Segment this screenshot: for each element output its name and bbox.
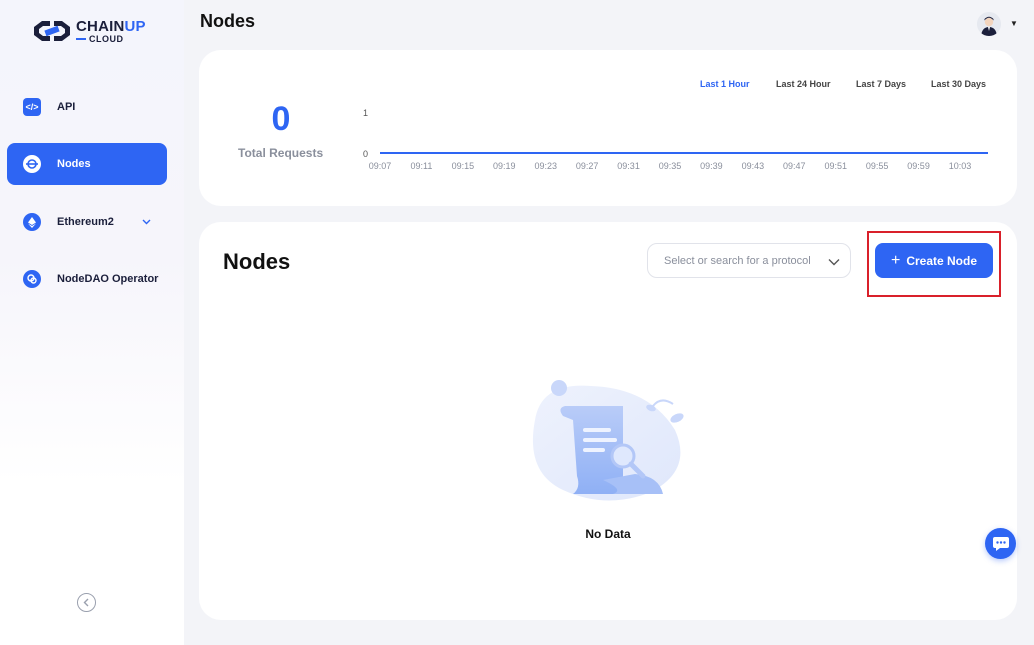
x-tick-label: 09:23 xyxy=(534,161,557,171)
tab-last-24-hour[interactable]: Last 24 Hour xyxy=(776,79,831,89)
tab-last-1-hour[interactable]: Last 1 Hour xyxy=(700,79,750,89)
chat-icon xyxy=(992,536,1009,551)
x-tick-label: 09:27 xyxy=(575,161,599,171)
chevron-down-icon[interactable] xyxy=(142,217,151,228)
sidebar-item-api[interactable]: </> API xyxy=(7,86,167,128)
sidebar-item-label: API xyxy=(57,101,76,113)
x-tick-label: 10:03 xyxy=(948,161,972,171)
sidebar-item-label: Nodes xyxy=(57,158,91,170)
x-tick-label: 09:15 xyxy=(451,161,475,171)
sidebar: CHAINUP CLOUD </> API Nodes Ethereum2 No… xyxy=(0,0,184,645)
nodes-card: Nodes Select or search for a protocol + … xyxy=(199,222,1017,620)
x-tick-label: 09:19 xyxy=(493,161,516,171)
caret-down-icon[interactable]: ▼ xyxy=(1010,19,1018,28)
series-line xyxy=(380,152,988,154)
avatar[interactable] xyxy=(977,12,1001,36)
tab-last-7-days[interactable]: Last 7 Days xyxy=(856,79,906,89)
x-tick-label: 09:11 xyxy=(410,161,433,171)
logo-mark-icon xyxy=(34,21,70,41)
protocol-select-placeholder: Select or search for a protocol xyxy=(664,254,811,267)
tab-last-30-days[interactable]: Last 30 Days xyxy=(931,79,986,89)
sidebar-item-nodedao-operator[interactable]: NodeDAO Operator xyxy=(7,258,167,300)
x-tick-label: 09:55 xyxy=(865,161,889,171)
empty-state-illustration xyxy=(527,376,687,507)
x-tick-label: 09:51 xyxy=(824,161,847,171)
nodes-section-title: Nodes xyxy=(223,249,291,274)
total-requests-value: 0 xyxy=(271,100,291,138)
x-tick-label: 09:43 xyxy=(741,161,765,171)
collapse-sidebar-button[interactable] xyxy=(77,593,96,612)
chevron-down-icon xyxy=(828,253,840,271)
nodedao-icon xyxy=(23,270,41,288)
code-icon: </> xyxy=(23,98,41,116)
chainup-cloud-logo[interactable]: CHAINUP CLOUD xyxy=(32,18,146,44)
empty-state-text: No Data xyxy=(585,527,631,541)
plus-icon: + xyxy=(890,251,901,269)
sidebar-item-label: Ethereum2 xyxy=(57,216,114,228)
x-tick-label: 09:39 xyxy=(700,161,723,171)
chat-support-button[interactable] xyxy=(985,528,1016,559)
requests-card: 0 Total Requests Last 1 Hour Last 24 Hou… xyxy=(199,50,1017,206)
sidebar-item-ethereum2[interactable]: Ethereum2 xyxy=(7,201,167,243)
chevron-left-icon xyxy=(83,598,89,607)
sidebar-item-label: NodeDAO Operator xyxy=(57,273,159,285)
sidebar-item-nodes[interactable]: Nodes xyxy=(7,143,167,185)
x-tick-label: 09:47 xyxy=(783,161,806,171)
total-requests-label: Total Requests xyxy=(238,146,324,160)
nodes-icon xyxy=(23,155,41,173)
y-tick-label: 0 xyxy=(363,149,369,159)
create-node-button[interactable]: + Create Node xyxy=(875,243,993,278)
protocol-select[interactable]: Select or search for a protocol xyxy=(647,243,851,278)
x-tick-label: 09:35 xyxy=(658,161,682,171)
y-tick-label: 1 xyxy=(363,108,369,118)
ethereum-icon xyxy=(23,213,41,231)
x-tick-label: 09:07 xyxy=(368,161,392,171)
x-tick-label: 09:31 xyxy=(617,161,640,171)
x-tick-label: 09:59 xyxy=(907,161,930,171)
page-title: Nodes xyxy=(200,11,256,31)
